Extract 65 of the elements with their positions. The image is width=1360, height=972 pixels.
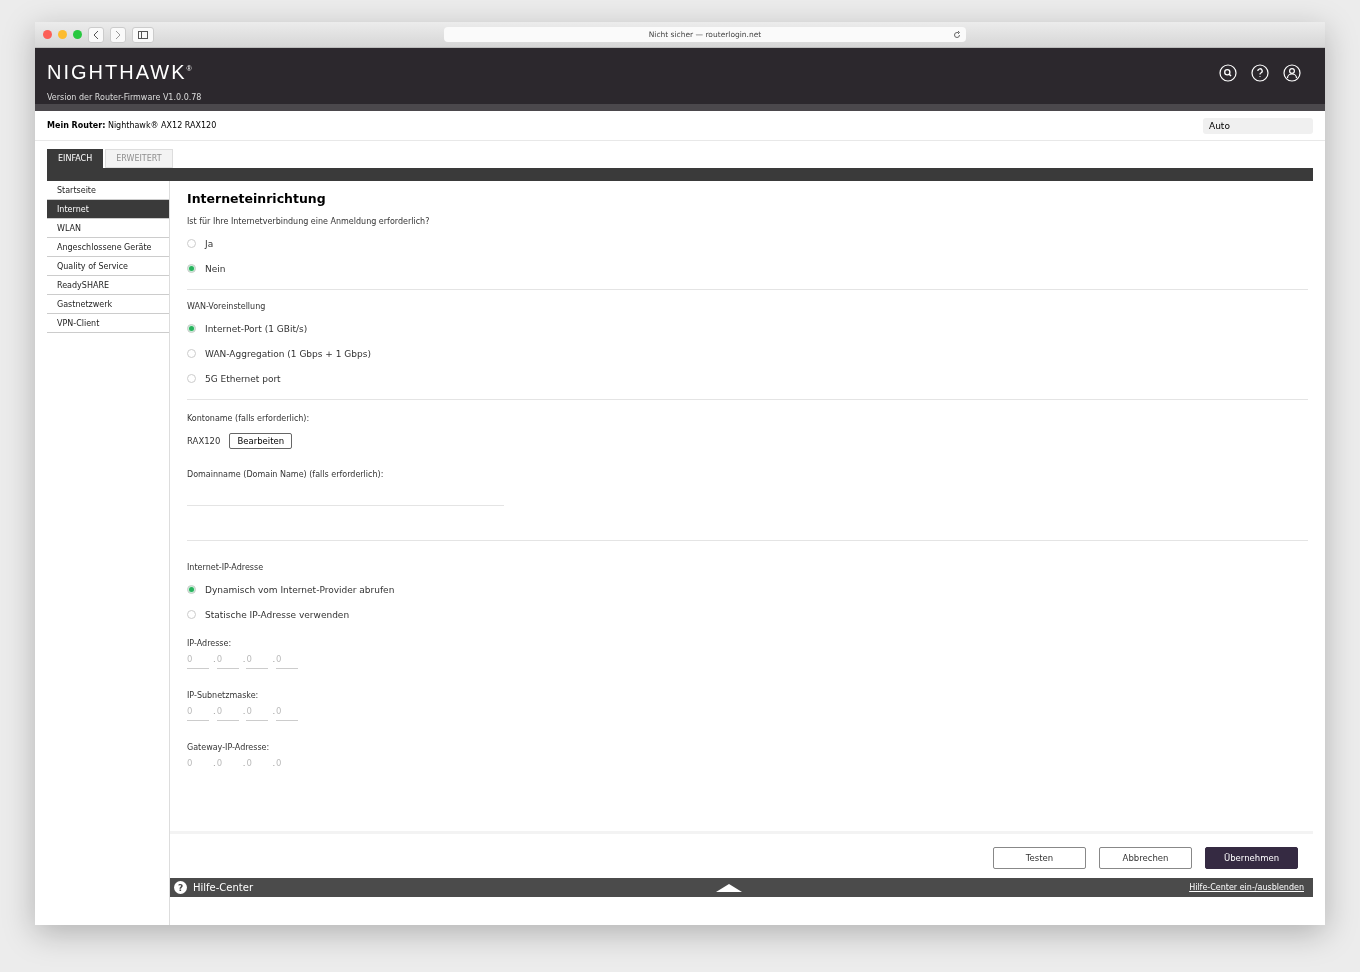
dot-separator: . (213, 758, 216, 768)
reload-icon[interactable] (953, 30, 961, 39)
action-button[interactable]: Abbrechen (1099, 847, 1192, 869)
radio-button[interactable] (187, 264, 196, 273)
help-icon[interactable]: ? (174, 881, 187, 894)
field-label: Kontoname (falls erforderlich): (187, 414, 311, 423)
forward-button[interactable] (110, 26, 126, 43)
field-label: Domainname (Domain Name) (falls erforderlich): (187, 470, 385, 479)
option-label: Nein (205, 263, 226, 274)
option-label: Internet-Port (1 GBit/s) (205, 323, 308, 334)
close-button[interactable] (43, 30, 52, 39)
logo: NIGHTHAWK$^{®}$ (47, 61, 195, 84)
ip-octet-field[interactable]: 0 (246, 706, 269, 721)
account-name: RAX120 (187, 436, 221, 446)
ip-octet-field[interactable]: 0 (246, 654, 269, 669)
dot-separator: . (272, 654, 276, 664)
dot-separator: . (213, 706, 216, 716)
sidebar-item[interactable]: Internet (47, 200, 169, 219)
dot-separator: . (213, 654, 216, 664)
page-title: Interneteinrichtung (187, 191, 327, 206)
radio-button[interactable] (187, 585, 196, 594)
action-button[interactable]: Testen (993, 847, 1086, 869)
dot-separator: . (272, 706, 276, 716)
option-label: Ja (205, 238, 214, 249)
help-center-label: Hilfe-Center (193, 882, 253, 893)
router-name: Mein Router: Nighthawk® AX12 RAX120 (47, 121, 217, 130)
radio-button[interactable] (187, 374, 196, 383)
field-label: IP-Adresse: (187, 639, 233, 648)
field-label: Gateway-IP-Adresse: (187, 743, 271, 752)
search-icon[interactable] (1219, 64, 1237, 82)
ip-octet-field[interactable]: 0 (276, 654, 299, 669)
apply-button[interactable]: Übernehmen (1205, 847, 1298, 869)
maximize-button[interactable] (73, 30, 82, 39)
option-label: Statische IP-Adresse verwenden (205, 609, 350, 620)
radio-button[interactable] (187, 610, 196, 619)
help-center-toggle-link[interactable]: Hilfe-Center ein-/ausblenden (1189, 883, 1304, 892)
radio-button[interactable] (187, 324, 196, 333)
radio-button[interactable] (187, 349, 196, 358)
ip-octet-field[interactable]: 0 (276, 706, 299, 721)
help-icon[interactable] (1251, 64, 1269, 82)
question-label: Ist für Ihre Internetverbindung eine Anmeldung erforderlich? (187, 217, 431, 226)
chevron-right-icon (115, 30, 121, 39)
language-select[interactable]: Auto (1203, 117, 1313, 134)
radio-button[interactable] (187, 239, 196, 248)
question-label: WAN-Voreinstellung (187, 302, 267, 311)
firmware-version: Version der Router-Firmware V1.0.0.78 (47, 93, 202, 102)
section-label: Internet-IP-Adresse (187, 563, 265, 572)
edit-button[interactable]: Bearbeiten (229, 433, 293, 449)
sidebar-toggle-button[interactable] (132, 26, 154, 43)
ip-octet-field[interactable]: 0 (187, 654, 209, 669)
tab[interactable]: EINFACH (47, 149, 104, 168)
option-label: WAN-Aggregation (1 Gbps + 1 Gbps) (205, 348, 371, 359)
dot-separator: . (242, 654, 246, 664)
field-label: IP-Subnetzmaske: (187, 691, 260, 700)
option-label: Dynamisch vom Internet-Provider abrufen (205, 584, 395, 595)
option-label: 5G Ethernet port (205, 373, 281, 384)
chevron-left-icon (93, 30, 99, 39)
sidebar-icon (138, 30, 148, 39)
back-button[interactable] (88, 26, 104, 43)
user-icon[interactable] (1283, 64, 1301, 82)
expand-arrow-icon[interactable] (716, 884, 742, 892)
dot-separator: . (272, 758, 276, 768)
dot-separator: . (242, 706, 246, 716)
ip-octet-field[interactable]: 0 (187, 706, 209, 721)
dot-separator: . (242, 758, 246, 768)
